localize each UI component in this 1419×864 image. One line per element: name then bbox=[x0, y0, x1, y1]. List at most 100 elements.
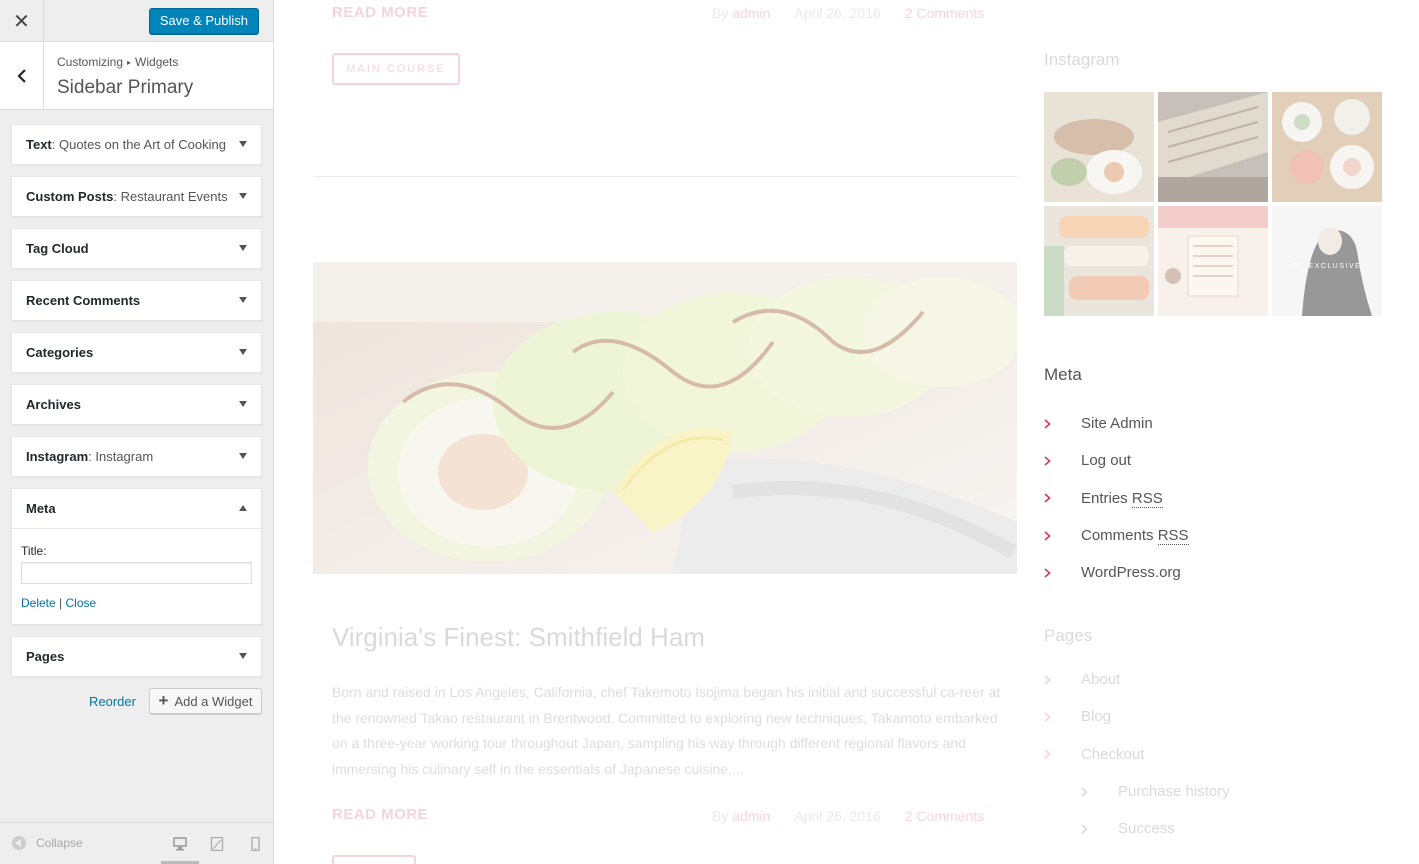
widget-header[interactable]: Recent Comments bbox=[12, 281, 261, 320]
chevron-down-icon[interactable] bbox=[239, 245, 247, 251]
widget-pages[interactable]: Pages bbox=[11, 636, 262, 677]
tablet-preview-icon[interactable] bbox=[210, 837, 224, 851]
title-field[interactable] bbox=[21, 562, 252, 584]
close-customizer-button[interactable]: ✕ bbox=[0, 0, 44, 42]
collapse-icon bbox=[12, 836, 26, 850]
post-author[interactable]: admin bbox=[732, 808, 770, 824]
instagram-photo[interactable] bbox=[1044, 92, 1154, 202]
widget-tag-cloud[interactable]: Tag Cloud bbox=[11, 228, 262, 269]
post-featured-image[interactable] bbox=[313, 262, 1017, 574]
widget-type: Text bbox=[26, 137, 52, 152]
widget-header[interactable]: Tag Cloud bbox=[12, 229, 261, 268]
widget-header[interactable]: Meta bbox=[12, 489, 261, 528]
back-button[interactable] bbox=[0, 42, 44, 109]
page-link[interactable]: Checkout bbox=[1044, 736, 1230, 773]
category-tag[interactable] bbox=[332, 855, 416, 864]
chevron-down-icon[interactable] bbox=[239, 141, 247, 147]
widget-header[interactable]: Instagram: Instagram bbox=[12, 437, 261, 476]
chevron-right-icon bbox=[1081, 824, 1101, 834]
add-widget-button[interactable]: + Add a Widget bbox=[149, 688, 262, 714]
page-link[interactable]: Success bbox=[1044, 810, 1230, 847]
widget-header[interactable]: Custom Posts: Restaurant Events bbox=[12, 177, 261, 216]
widget-archives[interactable]: Archives bbox=[11, 384, 262, 425]
mobile-preview-icon[interactable] bbox=[248, 837, 262, 851]
instagram-widget-title: Instagram bbox=[1044, 50, 1120, 69]
link-text[interactable]: Log out bbox=[1081, 452, 1131, 469]
link-text[interactable]: Blog bbox=[1081, 708, 1111, 725]
widget-text[interactable]: Text: Quotes on the Art of Cooking bbox=[11, 124, 262, 165]
instagram-grid: BE EXCLUSIVE bbox=[1044, 92, 1382, 316]
page-link[interactable]: Purchase history bbox=[1044, 773, 1230, 810]
widget-header[interactable]: Categories bbox=[12, 333, 261, 372]
post-author-wrap: By admin bbox=[712, 5, 770, 21]
widget-header[interactable]: Pages bbox=[12, 637, 261, 676]
meta-link-site-admin[interactable]: Site Admin bbox=[1044, 405, 1189, 442]
customizer-panel: ✕ Save & Publish Customizing ▸ Widgets Sid… bbox=[0, 0, 274, 864]
read-more-link[interactable]: READ MORE bbox=[332, 4, 428, 21]
link-text[interactable]: Site Admin bbox=[1081, 415, 1153, 432]
chevron-down-icon[interactable] bbox=[239, 453, 247, 459]
meta-widget-title: Meta bbox=[1044, 365, 1082, 384]
meta-link-entries-rss[interactable]: Entries RSS bbox=[1044, 480, 1189, 517]
post-comments[interactable]: 2 Comments bbox=[905, 5, 984, 21]
post-author[interactable]: admin bbox=[732, 5, 770, 21]
customizer-header: ✕ Save & Publish bbox=[0, 0, 273, 42]
post-comments[interactable]: 2 Comments bbox=[905, 808, 984, 824]
widget-instagram[interactable]: Instagram: Instagram bbox=[11, 436, 262, 477]
link-text[interactable]: Purchase history bbox=[1118, 783, 1230, 800]
widget-actions: Delete | Close bbox=[21, 596, 252, 610]
widget-header[interactable]: Text: Quotes on the Art of Cooking bbox=[12, 125, 261, 164]
widget-categories[interactable]: Categories bbox=[11, 332, 262, 373]
chevron-down-icon[interactable] bbox=[239, 401, 247, 407]
instagram-photo[interactable] bbox=[1044, 206, 1154, 316]
instagram-photo[interactable] bbox=[1158, 206, 1268, 316]
link-text[interactable]: Comments RSS bbox=[1081, 527, 1189, 546]
close-icon: ✕ bbox=[13, 9, 30, 33]
widget-meta[interactable]: Meta Title: Delete | Close bbox=[11, 488, 262, 625]
chevron-down-icon[interactable] bbox=[239, 297, 247, 303]
link-text[interactable]: Entries RSS bbox=[1081, 489, 1163, 508]
widget-custom-posts[interactable]: Custom Posts: Restaurant Events bbox=[11, 176, 262, 217]
chevron-right-icon bbox=[1044, 712, 1064, 722]
customizer-footer: Collapse bbox=[0, 822, 273, 864]
widget-type: Meta bbox=[26, 501, 56, 516]
meta-link-wordpress-org[interactable]: WordPress.org bbox=[1044, 554, 1189, 591]
post-title[interactable]: Virginia's Finest: Smithfield Ham bbox=[332, 622, 705, 653]
chevron-down-icon[interactable] bbox=[239, 653, 247, 659]
close-link[interactable]: Close bbox=[66, 596, 97, 610]
category-tag[interactable]: MAIN COURSE bbox=[332, 53, 460, 85]
reorder-link[interactable]: Reorder bbox=[89, 694, 136, 709]
collapse-button[interactable]: Collapse bbox=[12, 836, 83, 850]
svg-text:BE EXCLUSIVE: BE EXCLUSIVE bbox=[1293, 263, 1362, 270]
page-title: Sidebar Primary bbox=[57, 77, 194, 98]
page-link[interactable]: Blog bbox=[1044, 698, 1230, 735]
chevron-down-icon[interactable] bbox=[239, 193, 247, 199]
link-text[interactable]: Success bbox=[1118, 820, 1175, 837]
widget-recent-comments[interactable]: Recent Comments bbox=[11, 280, 262, 321]
link-text[interactable]: WordPress.org bbox=[1081, 564, 1181, 581]
chevron-up-icon[interactable] bbox=[239, 505, 247, 511]
save-publish-button[interactable]: Save & Publish bbox=[148, 8, 259, 34]
title-label: Title: bbox=[21, 544, 47, 558]
post-meta: By admin April 26, 2016 2 Comments bbox=[712, 808, 1008, 824]
meta-link-log-out[interactable]: Log out bbox=[1044, 442, 1189, 479]
widget-type: Categories bbox=[26, 345, 94, 360]
desktop-preview-icon[interactable] bbox=[173, 837, 187, 851]
widget-title: : Instagram bbox=[88, 449, 154, 464]
chevron-down-icon[interactable] bbox=[239, 349, 247, 355]
page-link[interactable]: About bbox=[1044, 661, 1230, 698]
meta-link-comments-rss[interactable]: Comments RSS bbox=[1044, 517, 1189, 554]
chevron-right-icon bbox=[1044, 749, 1064, 759]
breadcrumb-separator: ▸ bbox=[127, 58, 132, 67]
instagram-photo[interactable] bbox=[1158, 92, 1268, 202]
instagram-photo[interactable]: BE EXCLUSIVE bbox=[1272, 206, 1382, 316]
read-more-link[interactable]: READ MORE bbox=[332, 806, 428, 823]
link-text[interactable]: Checkout bbox=[1081, 746, 1144, 763]
instagram-photo[interactable] bbox=[1272, 92, 1382, 202]
link-text[interactable]: About bbox=[1081, 671, 1120, 688]
widget-header[interactable]: Archives bbox=[12, 385, 261, 424]
widget-type: Recent Comments bbox=[26, 293, 141, 308]
delete-link[interactable]: Delete bbox=[21, 596, 56, 610]
chevron-right-icon bbox=[1044, 456, 1064, 466]
chevron-left-icon bbox=[16, 68, 26, 83]
